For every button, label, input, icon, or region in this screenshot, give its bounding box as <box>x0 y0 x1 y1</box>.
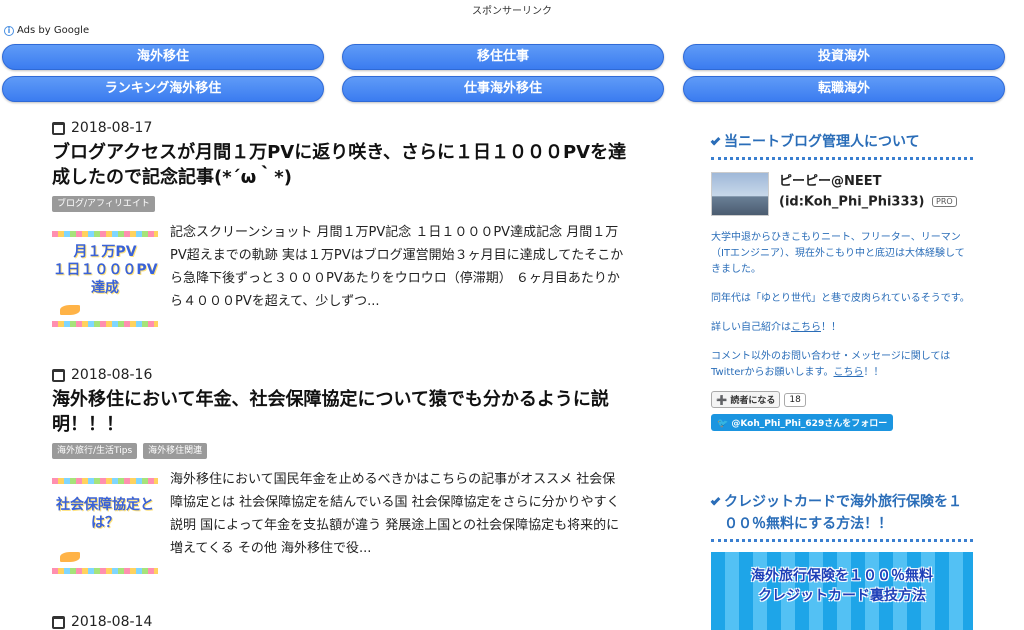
reader-count: 18 <box>784 392 806 407</box>
subscribe-button[interactable]: ➕ 読者になる <box>711 391 781 408</box>
post-thumbnail[interactable]: 社会保障協定とは？ <box>52 478 158 574</box>
about-heading-text: 当ニートブログ管理人について <box>724 134 920 150</box>
about-heading: 当ニートブログ管理人について <box>710 131 973 160</box>
ads-by-google[interactable]: i Ads by Google <box>4 25 89 36</box>
bio-paragraph: 詳しい自己紹介はこちら！！ <box>711 320 973 336</box>
post-thumbnail[interactable]: 月１万PV １日１０００PV 達成 <box>52 231 158 327</box>
post-tag[interactable]: 海外旅行/生活Tips <box>52 443 138 459</box>
info-icon[interactable]: i <box>4 25 14 36</box>
airplane-icon <box>60 552 80 562</box>
ad-link-4[interactable]: ランキング海外移住 <box>2 76 324 102</box>
bio-text: ！！ <box>821 322 841 333</box>
post-excerpt: 記念スクリーンショット 月間１万PV記念 １日１０００PV達成記念 月間１万PV… <box>170 225 624 309</box>
bio-paragraph: 同年代は「ゆとり世代」と巷で皮肉られているそうです。 <box>711 293 970 304</box>
post-excerpt: 海外移住において国民年金を止めるべきかはこちらの記事がオススメ 社会保障協定とは… <box>170 472 620 556</box>
post-tag[interactable]: ブログ/アフィリエイト <box>52 196 155 212</box>
insurance-banner[interactable]: 海外旅行保険を１００％無料 クレジットカード裏技方法 <box>711 552 973 630</box>
post-entry: 2018-08-14 <box>52 614 632 630</box>
post-tag[interactable]: 海外移住関連 <box>143 443 208 459</box>
profile-name[interactable]: ピーピー@NEET <box>779 172 957 192</box>
sidebar: 当ニートブログ管理人について ピーピー@NEET (id:Koh_Phi_Phi… <box>710 131 973 630</box>
post-date-text: 2018-08-17 <box>71 120 153 136</box>
post-entry: 2018-08-17 ブログアクセスが月間１万PVに返り咲き、さらに１日１０００… <box>52 120 632 327</box>
sponsor-label: スポンサーリンク <box>472 6 552 17</box>
post-title[interactable]: 海外移住において年金、社会保障協定について猿でも分かるように説明！！！ <box>52 387 632 437</box>
calendar-icon <box>52 615 65 629</box>
ad-link-3[interactable]: 投資海外 <box>683 44 1005 70</box>
thumbnail-text: 月１万PV １日１０００PV 達成 <box>52 244 158 296</box>
twitter-contact-link[interactable]: こちら <box>834 367 864 378</box>
ad-link-2[interactable]: 移住仕事 <box>342 44 664 70</box>
post-date-text: 2018-08-14 <box>71 614 153 630</box>
thumbnail-text: 社会保障協定とは？ <box>56 497 154 531</box>
check-icon <box>710 495 721 506</box>
post-entry: 2018-08-16 海外移住において年金、社会保障協定について猿でも分かるよう… <box>52 367 632 574</box>
banner-text: 海外旅行保険を１００％無料 クレジットカード裏技方法 <box>751 568 933 604</box>
twitter-follow-button[interactable]: 🐦 @Koh_Phi_Phi_629さんをフォロー <box>711 414 894 431</box>
bio-text: ！！ <box>863 367 884 378</box>
bio-text: 詳しい自己紹介は <box>711 322 791 333</box>
ad-link-6[interactable]: 転職海外 <box>683 76 1005 102</box>
ad-link-1[interactable]: 海外移住 <box>2 44 324 70</box>
pro-badge: PRO <box>932 196 957 207</box>
ad-link-5[interactable]: 仕事海外移住 <box>342 76 664 102</box>
profile-bio: 大学中退からひきこもりニート、フリーター、リーマン（ITエンジニア）、現在外こも… <box>711 230 973 381</box>
post-date: 2018-08-17 <box>52 120 632 136</box>
bio-paragraph: 大学中退からひきこもりニート、フリーター、リーマン（ITエンジニア）、現在外こも… <box>711 232 965 275</box>
profile: ピーピー@NEET (id:Koh_Phi_Phi333) PRO <box>711 172 973 216</box>
calendar-icon <box>52 121 65 135</box>
card-heading-text: クレジットカードで海外旅行保険を１００％無料にする方法！！ <box>724 494 962 532</box>
post-date: 2018-08-14 <box>52 614 632 630</box>
check-icon <box>710 135 721 146</box>
post-title[interactable]: ブログアクセスが月間１万PVに返り咲き、さらに１日１０００PVを達成したので記念… <box>52 140 632 190</box>
bio-paragraph: コメント以外のお問い合わせ・メッセージに関してはTwitterからお願いします。… <box>711 349 973 381</box>
bio-text: コメント以外のお問い合わせ・メッセージに関してはTwitterからお願いします。 <box>711 351 951 378</box>
about-link[interactable]: こちら <box>791 322 821 333</box>
reader-widget: ➕ 読者になる 18 <box>711 391 973 408</box>
card-heading: クレジットカードで海外旅行保険を１００％無料にする方法！！ <box>710 491 973 542</box>
profile-id[interactable]: (id:Koh_Phi_Phi333) <box>779 195 925 210</box>
post-date: 2018-08-16 <box>52 367 632 383</box>
calendar-icon <box>52 368 65 382</box>
airplane-icon <box>60 305 80 315</box>
avatar[interactable] <box>711 172 769 216</box>
post-date-text: 2018-08-16 <box>71 367 153 383</box>
ads-label: Ads by Google <box>17 25 90 36</box>
